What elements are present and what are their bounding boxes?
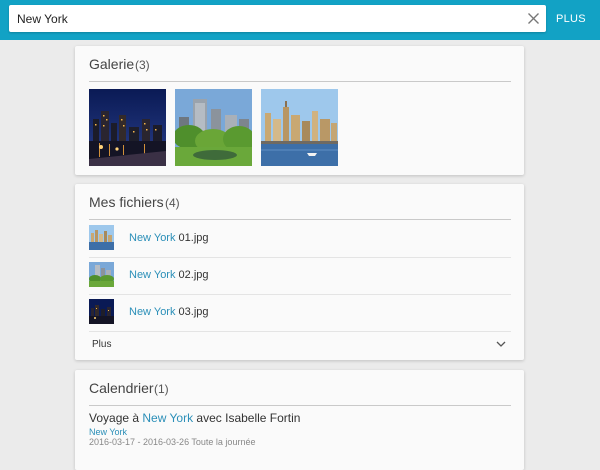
file-thumbnail	[89, 299, 114, 324]
files-more-label: Plus	[92, 339, 112, 350]
file-row[interactable]: New York 02.jpg	[89, 257, 511, 295]
file-name: New York 02.jpg	[129, 269, 209, 281]
calendar-title: Calendrier	[89, 380, 154, 396]
calendar-card: Calendrier (1) Voyage à New York avec Is…	[75, 370, 524, 470]
file-thumbnail	[89, 225, 114, 250]
top-bar: PLUS	[0, 0, 600, 40]
gallery-image-night-skyline[interactable]	[89, 89, 166, 166]
calendar-header: Calendrier (1)	[89, 370, 511, 406]
files-count: (4)	[165, 196, 180, 210]
gallery-title: Galerie	[89, 56, 135, 72]
files-title: Mes fichiers	[89, 194, 164, 210]
file-name: New York 03.jpg	[129, 306, 209, 318]
files-card: Mes fichiers (4) New York 01.jpg New Yor…	[75, 184, 524, 360]
event-dates: 2016-03-17 - 2016-03-26 Toute la journée	[89, 437, 256, 447]
files-more-button[interactable]: Plus	[89, 332, 511, 356]
more-button[interactable]: PLUS	[556, 13, 596, 27]
file-row[interactable]: New York 01.jpg	[89, 220, 511, 258]
file-row[interactable]: New York 03.jpg	[89, 294, 511, 332]
gallery-header: Galerie (3)	[89, 46, 511, 82]
chevron-down-icon	[496, 341, 506, 347]
gallery-image-harbor-skyline[interactable]	[261, 89, 338, 166]
event-title: Voyage à New York avec Isabelle Fortin	[89, 411, 301, 425]
close-icon[interactable]	[526, 11, 541, 26]
calendar-count: (1)	[154, 382, 169, 396]
gallery-card: Galerie (3)	[75, 46, 524, 175]
file-thumbnail	[89, 262, 114, 287]
search-box	[9, 5, 546, 32]
gallery-image-central-park[interactable]	[175, 89, 252, 166]
event-location: New York	[89, 427, 128, 437]
files-header: Mes fichiers (4)	[89, 184, 511, 220]
calendar-event[interactable]: Voyage à New York avec Isabelle Fortin N…	[89, 411, 511, 451]
gallery-count: (3)	[135, 58, 150, 72]
search-input[interactable]	[9, 5, 509, 32]
file-name: New York 01.jpg	[129, 232, 209, 244]
